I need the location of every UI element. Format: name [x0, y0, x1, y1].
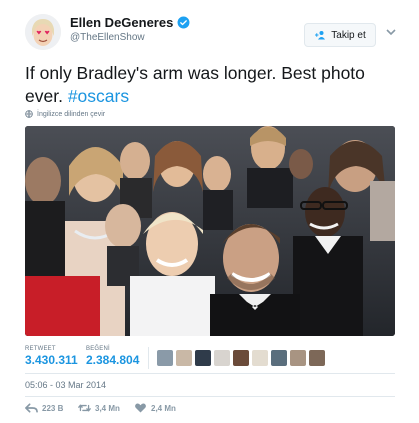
follow-button[interactable]: Takip et: [304, 23, 376, 47]
stats-divider: [148, 347, 149, 369]
display-name[interactable]: Ellen DeGeneres: [70, 15, 173, 30]
divider-top: [25, 373, 395, 374]
liker-avatars: [157, 350, 325, 366]
like-button[interactable]: 2,4 Mn: [134, 403, 176, 413]
liker-avatar[interactable]: [290, 350, 306, 366]
reply-button[interactable]: 223 B: [25, 403, 63, 413]
retweets-label: RETWEET: [25, 346, 56, 352]
retweet-icon: [78, 404, 91, 412]
photo-image: [25, 126, 395, 336]
heart-eyes-emoji-avatar-icon: [25, 14, 61, 50]
like-count: 2,4 Mn: [151, 403, 176, 413]
translate-link[interactable]: İngilizce dilinden çevir: [25, 110, 105, 118]
liker-avatar[interactable]: [176, 350, 192, 366]
retweet-count: 3,4 Mn: [95, 403, 120, 413]
hashtag-link[interactable]: #oscars: [68, 86, 129, 106]
tweet-timestamp[interactable]: 05:06 - 03 Mar 2014: [25, 380, 106, 390]
reply-count: 223 B: [42, 403, 64, 413]
retweet-button[interactable]: 3,4 Mn: [78, 403, 120, 413]
translate-label: İngilizce dilinden çevir: [37, 110, 106, 118]
user-handle[interactable]: @TheEllenShow: [70, 32, 145, 43]
retweets-count[interactable]: 3.430.311: [25, 353, 78, 367]
liker-avatar[interactable]: [271, 350, 287, 366]
liker-avatar[interactable]: [214, 350, 230, 366]
liker-avatar[interactable]: [157, 350, 173, 366]
heart-icon: [135, 403, 146, 413]
tweet-card: Ellen DeGeneres @TheEllenShow Takip et I…: [0, 0, 419, 423]
liker-avatar[interactable]: [195, 350, 211, 366]
liker-avatar[interactable]: [252, 350, 268, 366]
likes-label: BEĞENİ: [86, 346, 110, 352]
divider-bottom: [25, 396, 395, 397]
add-user-icon: [315, 31, 326, 40]
follow-button-label: Takip et: [331, 29, 366, 41]
user-name-row[interactable]: Ellen DeGeneres: [70, 15, 190, 30]
chevron-down-icon[interactable]: [386, 28, 396, 36]
liker-avatar[interactable]: [233, 350, 249, 366]
tweet-text: If only Bradley's arm was longer. Best p…: [25, 62, 395, 108]
user-avatar[interactable]: [25, 14, 61, 50]
globe-icon: [25, 110, 33, 118]
likes-count[interactable]: 2.384.804: [86, 353, 139, 367]
verified-badge-icon: [177, 16, 190, 29]
reply-icon: [25, 403, 38, 413]
oscars-group-selfie-photo[interactable]: [25, 126, 395, 336]
liker-avatar[interactable]: [309, 350, 325, 366]
